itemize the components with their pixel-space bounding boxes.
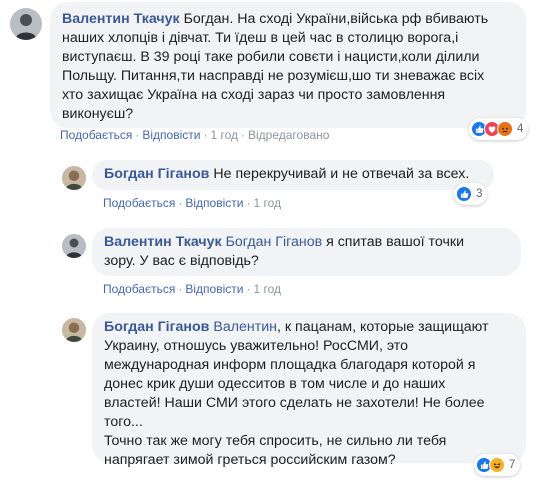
timestamp[interactable]: 1 год	[210, 128, 238, 142]
comment-bubble: Валентин Ткачук Богдан Гіганов я спитав в…	[92, 228, 521, 276]
person-photo-icon	[62, 234, 86, 258]
comment-author[interactable]: Валентин Ткачук	[62, 11, 180, 27]
comment-actions: Подобається · Відповісти · 1 год · Відредагова…	[60, 128, 329, 142]
comment-bubble: Валентин Ткачук Богдан. На сході України,…	[50, 2, 526, 128]
comment-text: Богдан. На сході України,війська рф вбив…	[183, 11, 489, 27]
separator-dot: ·	[246, 282, 251, 296]
comment-bubble: Богдан Гіганов Не перекручивай и не отвеч…	[92, 160, 494, 190]
reaction-count: 7	[509, 459, 516, 471]
comment-text: напрягает зимой греться российским газом…	[104, 452, 396, 468]
comment-text: наших хлопців і дівчат. Ти їдеш в цей ча…	[62, 30, 459, 46]
reaction-count: 3	[476, 188, 483, 200]
haha-reaction-icon	[489, 457, 505, 473]
separator-dot: ·	[241, 128, 245, 142]
angry-reaction-icon	[497, 121, 513, 137]
avatar-bohdan[interactable]	[62, 318, 86, 342]
comment-author[interactable]: Богдан Гіганов	[104, 319, 209, 335]
comment-bubble: Богдан Гіганов Валентин, к пацанам, котор…	[92, 313, 526, 468]
comment-text: Польщу. Питання,ти насправді не розумієш…	[62, 68, 485, 84]
person-photo-icon	[10, 8, 42, 40]
reply-link[interactable]: Відповісти	[185, 282, 243, 296]
person-photo-icon	[62, 166, 86, 190]
avatar-valentyn[interactable]	[10, 8, 42, 40]
timestamp[interactable]: 1 год	[253, 196, 281, 210]
comment-text: Не перекручивай и не отвечай за всех.	[213, 166, 470, 182]
like-link[interactable]: Подобається	[103, 196, 175, 210]
reaction-count: 4	[517, 123, 524, 135]
comment-text: виступаєш. В 39 році таке робили совєти …	[62, 49, 480, 65]
reactions-summary[interactable]: 3	[454, 183, 488, 205]
like-reaction-icon	[456, 186, 472, 202]
separator-dot: ·	[246, 196, 251, 210]
separator-dot: ·	[203, 128, 208, 142]
comment-author[interactable]: Валентин Ткачук	[104, 234, 222, 250]
like-link[interactable]: Подобається	[60, 128, 132, 142]
comment-text: международная информ площадка благодаря …	[104, 357, 476, 373]
comment-text: Точно так же могу тебя спросить, не силь…	[104, 433, 447, 449]
comment-text: , к пацанам, которые защищают	[277, 319, 489, 335]
like-link[interactable]: Подобається	[103, 282, 175, 296]
comment-text: я спитав вашої точки	[326, 234, 464, 250]
comment-text: донес крик души одесситов в том числе и …	[104, 376, 446, 392]
separator-dot: ·	[135, 128, 140, 142]
avatar-bohdan[interactable]	[62, 166, 86, 190]
comment-text: хто захищає Україна на сході зараз чи пр…	[62, 87, 446, 103]
mention-link[interactable]: Богдан Гіганов	[226, 234, 323, 250]
timestamp[interactable]: 1 год	[253, 282, 281, 296]
edited-label[interactable]: Відредаговано	[248, 128, 329, 142]
separator-dot: ·	[178, 282, 183, 296]
comment-actions: Подобається · Відповісти · 1 год	[103, 196, 281, 210]
comment-text: того...	[104, 414, 143, 430]
separator-dot: ·	[178, 196, 183, 210]
reply-link[interactable]: Відповісти	[185, 196, 243, 210]
comment-text: виконуєш?	[62, 106, 134, 122]
comment-text: властей! Наши СМИ этого сделать не захот…	[104, 395, 485, 411]
comment-author[interactable]: Богдан Гіганов	[104, 166, 209, 182]
person-photo-icon	[62, 318, 86, 342]
comment-actions: Подобається · Відповісти · 1 год	[103, 282, 281, 296]
reactions-summary[interactable]: 7	[474, 454, 521, 476]
reply-link[interactable]: Відповісти	[142, 128, 200, 142]
avatar-valentyn[interactable]	[62, 234, 86, 258]
comment-text: Украину, отношусь уважительно! РосСМИ, э…	[104, 338, 409, 354]
mention-link[interactable]: Валентин	[213, 319, 277, 335]
comment-text: зору. У вас є відповідь?	[104, 253, 259, 269]
reactions-summary[interactable]: 4	[469, 118, 529, 140]
